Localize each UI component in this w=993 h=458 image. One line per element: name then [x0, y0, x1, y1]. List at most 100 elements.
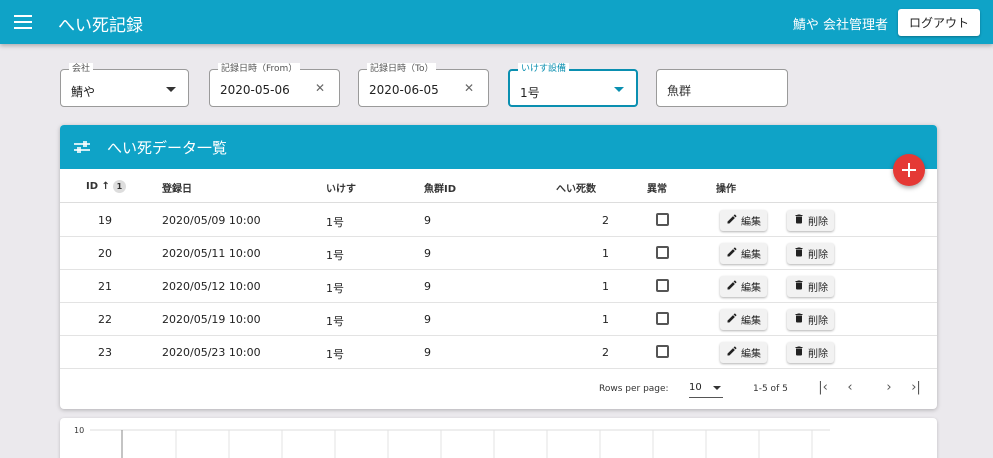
- cell-date: 2020/05/19 10:00: [162, 313, 261, 326]
- pencil-icon: [726, 345, 741, 360]
- column-fish-group[interactable]: 魚群ID: [424, 180, 456, 195]
- clear-icon[interactable]: ✕: [464, 81, 474, 95]
- page-range: 1-5 of 5: [753, 384, 788, 394]
- abnormal-checkbox[interactable]: [656, 246, 669, 259]
- caret-down-icon: [713, 386, 721, 390]
- abnormal-checkbox[interactable]: [656, 312, 669, 325]
- edit-button[interactable]: 編集: [720, 309, 767, 330]
- cell-pen: 1号: [326, 216, 344, 229]
- column-actions: 操作: [716, 184, 736, 195]
- cell-date: 2020/05/09 10:00: [162, 214, 261, 227]
- delete-button[interactable]: 削除: [787, 309, 834, 330]
- cell-deaths: 1: [602, 247, 609, 260]
- cell-id: 19: [98, 214, 112, 227]
- trash-icon: [793, 312, 808, 327]
- clear-icon[interactable]: ✕: [315, 81, 325, 95]
- column-id[interactable]: ID ↑ 1: [86, 180, 126, 193]
- edit-button[interactable]: 編集: [720, 276, 767, 297]
- cell-date: 2020/05/11 10:00: [162, 247, 261, 260]
- cell-deaths: 2: [602, 214, 609, 227]
- app-bar: へい死記録 鯖や 会社管理者 ログアウト: [0, 0, 993, 44]
- mortality-chart: 10: [60, 418, 937, 458]
- rows-per-page-value: 10: [689, 382, 702, 393]
- cell-fish-group: 9: [424, 313, 431, 326]
- card-title: へい死データ一覧: [107, 139, 228, 157]
- table-row: 23 2020/05/23 10:00 1号 9 2 編集 削除: [60, 336, 937, 369]
- user-label: 鯖や 会社管理者: [792, 18, 888, 33]
- company-value: 鯖や: [71, 85, 96, 99]
- rows-per-page-select[interactable]: 10: [689, 379, 723, 398]
- first-page-icon[interactable]: |‹: [814, 379, 832, 397]
- caret-down-icon: [614, 87, 624, 92]
- pencil-icon: [726, 213, 741, 228]
- cell-fish-group: 9: [424, 346, 431, 359]
- date-from-value: 2020-05-06: [220, 83, 290, 97]
- delete-button[interactable]: 削除: [787, 342, 834, 363]
- next-page-icon[interactable]: ›: [880, 379, 898, 397]
- pen-select[interactable]: いけす設備 1号: [508, 63, 638, 107]
- cell-date: 2020/05/23 10:00: [162, 346, 261, 359]
- cell-pen: 1号: [326, 348, 344, 361]
- table-header: ID ↑ 1 登録日 いけす 魚群ID へい死数 異常 操作: [60, 169, 937, 203]
- column-deaths[interactable]: へい死数: [556, 180, 596, 195]
- cell-id: 20: [98, 247, 112, 260]
- cell-fish-group: 9: [424, 247, 431, 260]
- trash-icon: [793, 246, 808, 261]
- delete-button[interactable]: 削除: [787, 243, 834, 264]
- cell-pen: 1号: [326, 315, 344, 328]
- cell-id: 23: [98, 346, 112, 359]
- date-to-label: 記録日時（To）: [367, 63, 437, 75]
- company-select[interactable]: 会社 鯖や: [60, 63, 189, 107]
- cell-fish-group: 9: [424, 214, 431, 227]
- pagination: Rows per page: 10 1-5 of 5 |‹ ‹ › ›|: [60, 369, 937, 409]
- column-abnormal: 異常: [647, 184, 667, 195]
- logout-button[interactable]: ログアウト: [898, 9, 980, 36]
- cell-pen: 1号: [326, 282, 344, 295]
- trash-icon: [793, 279, 808, 294]
- edit-button[interactable]: 編集: [720, 342, 767, 363]
- edit-button[interactable]: 編集: [720, 243, 767, 264]
- delete-button[interactable]: 削除: [787, 276, 834, 297]
- date-to-field[interactable]: 記録日時（To） 2020-06-05 ✕: [358, 63, 489, 107]
- abnormal-checkbox[interactable]: [656, 345, 669, 358]
- cell-id: 22: [98, 313, 112, 326]
- cell-id: 21: [98, 280, 112, 293]
- cell-fish-group: 9: [424, 280, 431, 293]
- pen-value: 1号: [520, 86, 540, 100]
- trash-icon: [793, 213, 808, 228]
- cell-deaths: 2: [602, 346, 609, 359]
- delete-button[interactable]: 削除: [787, 210, 834, 231]
- prev-page-icon[interactable]: ‹: [841, 379, 859, 397]
- sort-order-badge: 1: [112, 180, 126, 193]
- table-row: 20 2020/05/11 10:00 1号 9 1 編集 削除: [60, 237, 937, 270]
- date-from-label: 記録日時（From）: [218, 63, 301, 75]
- pencil-icon: [726, 246, 741, 261]
- abnormal-checkbox[interactable]: [656, 213, 669, 226]
- fish-group-placeholder: 魚群: [667, 84, 692, 98]
- mortality-table-card: へい死データ一覧 ID ↑ 1 登録日 いけす 魚群ID へい死数 異常 操作 1…: [60, 125, 937, 409]
- table-row: 19 2020/05/09 10:00 1号 9 2 編集 削除: [60, 204, 937, 237]
- cell-pen: 1号: [326, 249, 344, 262]
- edit-button[interactable]: 編集: [720, 210, 767, 231]
- caret-down-icon: [166, 87, 176, 92]
- rows-per-page-label: Rows per page:: [599, 384, 669, 394]
- date-from-field[interactable]: 記録日時（From） 2020-05-06 ✕: [209, 63, 340, 107]
- column-date[interactable]: 登録日: [162, 180, 192, 195]
- trash-icon: [793, 345, 808, 360]
- fish-group-field[interactable]: 魚群: [656, 69, 788, 107]
- card-header: へい死データ一覧: [60, 125, 937, 169]
- table-row: 21 2020/05/12 10:00 1号 9 1 編集 削除: [60, 270, 937, 303]
- company-label: 会社: [69, 63, 94, 75]
- menu-icon[interactable]: [14, 15, 32, 29]
- cell-deaths: 1: [602, 313, 609, 326]
- pencil-icon: [726, 279, 741, 294]
- last-page-icon[interactable]: ›|: [907, 379, 925, 397]
- column-pen[interactable]: いけす: [326, 180, 356, 195]
- pencil-icon: [726, 312, 741, 327]
- abnormal-checkbox[interactable]: [656, 279, 669, 292]
- date-to-value: 2020-06-05: [369, 83, 439, 97]
- tune-icon: [74, 141, 90, 153]
- pen-label: いけす設備: [518, 63, 570, 75]
- page-title: へい死記録: [58, 16, 143, 36]
- chart-grid: [90, 429, 830, 458]
